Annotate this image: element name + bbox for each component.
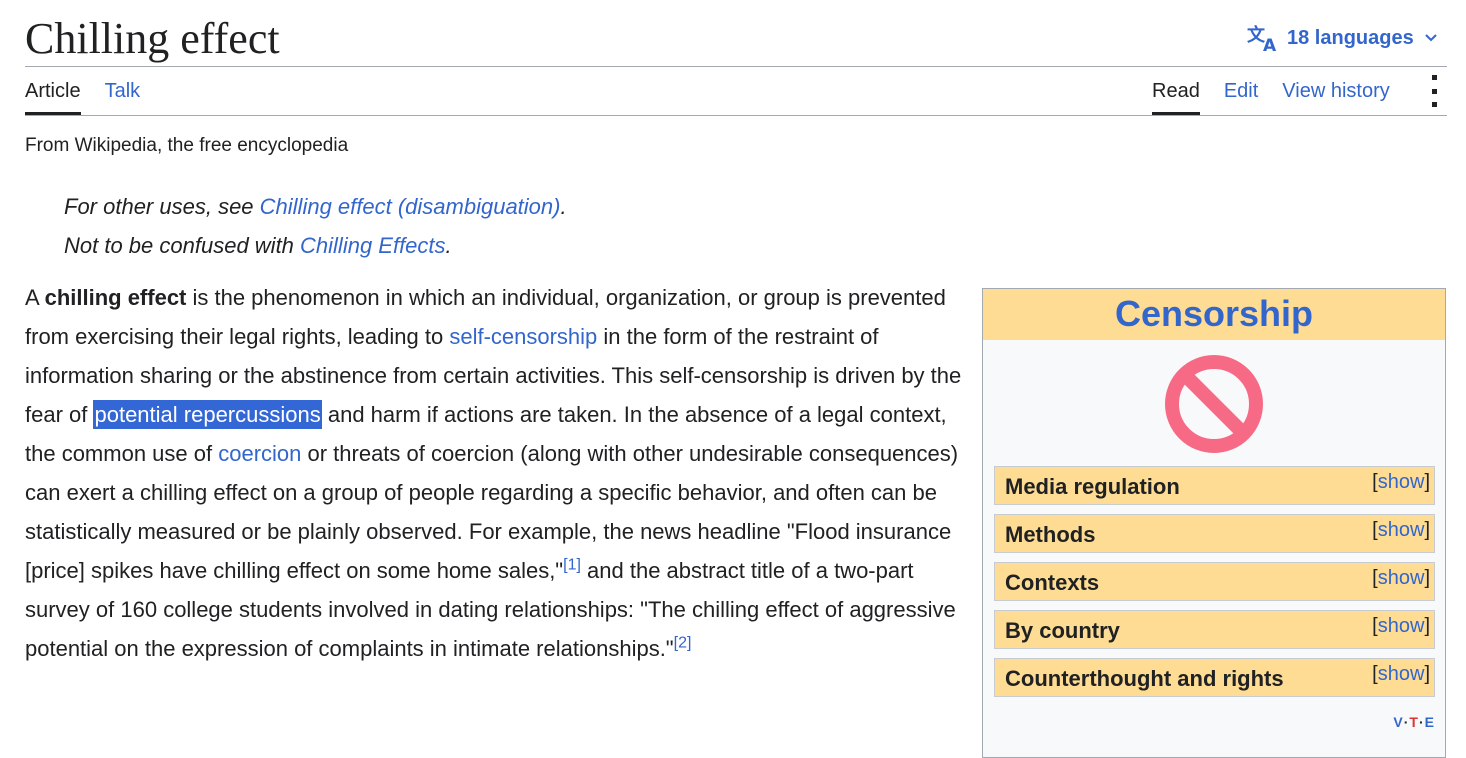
show-toggle[interactable]: show — [1378, 471, 1425, 493]
tab-view-history[interactable]: View history — [1282, 78, 1389, 115]
lead-paragraph: A chilling effect is the phenomenon in w… — [25, 285, 962, 661]
more-options-icon[interactable] — [1424, 75, 1444, 107]
section-contexts: Contexts [show] — [994, 562, 1435, 601]
sidebar-sections: Media regulation [show] Methods [show] C… — [994, 466, 1435, 706]
section-media-regulation: Media regulation [show] — [994, 466, 1435, 505]
selected-text[interactable]: potential repercussions — [93, 400, 322, 429]
hatnote-not-confused: Not to be confused with Chilling Effects… — [64, 233, 452, 258]
view-tabs: Read Edit View history — [1152, 78, 1390, 115]
tab-article[interactable]: Article — [25, 78, 81, 115]
tab-read[interactable]: Read — [1152, 78, 1200, 115]
tabs-divider — [25, 115, 1447, 116]
section-by-country: By country [show] — [994, 610, 1435, 649]
prohibition-sign-icon[interactable] — [1163, 353, 1265, 455]
tab-talk[interactable]: Talk — [105, 78, 141, 115]
edit-template-link[interactable]: E — [1425, 714, 1435, 730]
show-toggle[interactable]: show — [1378, 663, 1425, 685]
reference-2-link[interactable]: [2] — [674, 635, 692, 652]
talk-template-link[interactable]: T — [1409, 714, 1419, 730]
reference-1-link[interactable]: [1] — [563, 557, 581, 574]
coercion-link[interactable]: coercion — [218, 441, 301, 466]
chilling-effects-link[interactable]: Chilling Effects — [300, 233, 446, 258]
self-censorship-link[interactable]: self-censorship — [449, 324, 597, 349]
hatnote-other-uses: For other uses, see Chilling effect (dis… — [64, 194, 567, 219]
show-toggle[interactable]: show — [1378, 519, 1425, 541]
view-template-link[interactable]: V — [1393, 714, 1403, 730]
show-toggle[interactable]: show — [1378, 615, 1425, 637]
page-title: Chilling effect — [25, 14, 280, 63]
vte-links: V·T·E — [1393, 714, 1435, 730]
header-divider — [25, 66, 1447, 67]
bold-term: chilling effect — [44, 285, 187, 310]
namespace-tabs: Article Talk — [25, 78, 140, 115]
site-tagline: From Wikipedia, the free encyclopedia — [25, 135, 349, 156]
svg-text:A: A — [1263, 36, 1277, 52]
section-methods: Methods [show] — [994, 514, 1435, 553]
translate-icon: 文 A — [1247, 24, 1277, 52]
disambiguation-link[interactable]: Chilling effect (disambiguation) — [260, 194, 561, 219]
show-toggle[interactable]: show — [1378, 567, 1425, 589]
languages-label: 18 languages — [1287, 26, 1414, 49]
languages-button[interactable]: 文 A 18 languages — [1247, 22, 1446, 54]
tab-edit[interactable]: Edit — [1224, 78, 1258, 115]
censorship-sidebar: Censorship Media regulation [show] Metho… — [982, 288, 1446, 758]
chevron-down-icon — [1425, 34, 1437, 42]
section-counterthought-and-rights: Counterthought and rights [show] — [994, 658, 1435, 697]
sidebar-title[interactable]: Censorship — [983, 289, 1445, 340]
